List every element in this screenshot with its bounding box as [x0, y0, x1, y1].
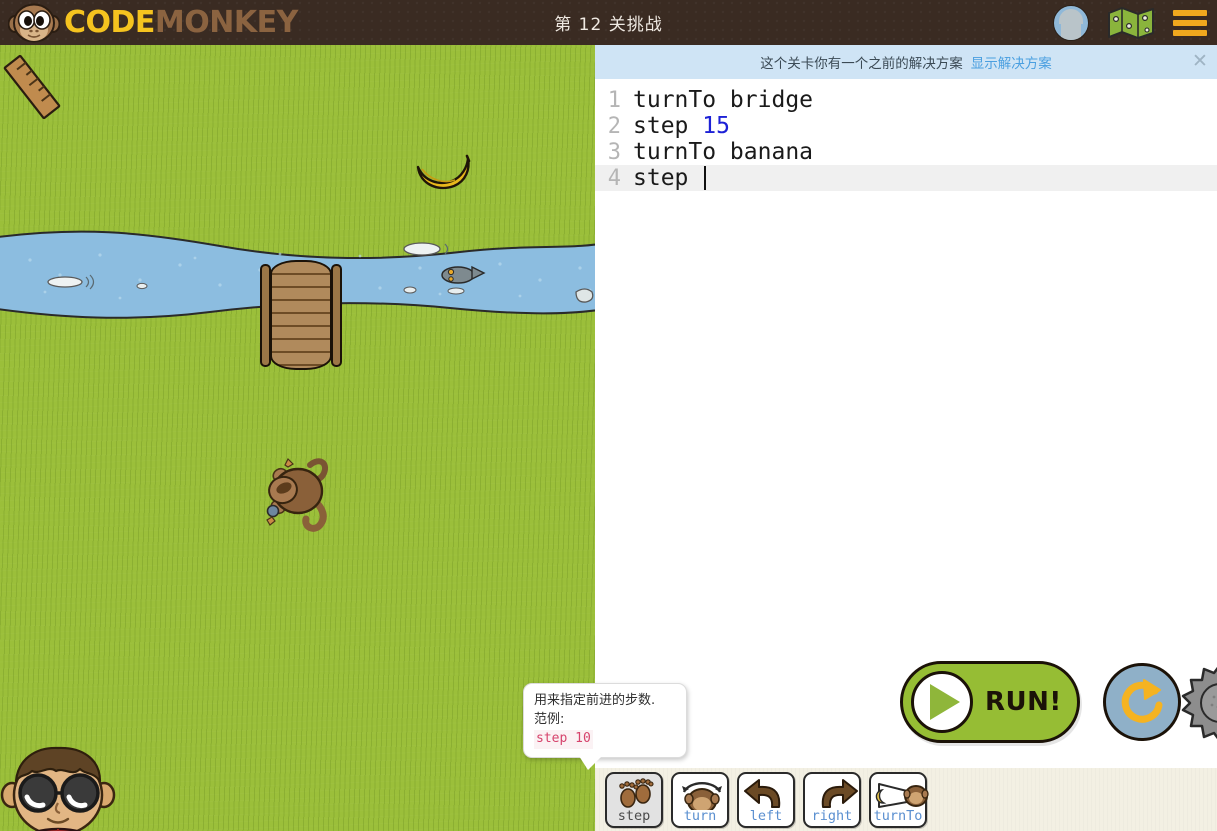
- telescope-icon: [871, 778, 929, 810]
- bridge-deck: [270, 260, 332, 370]
- logo-monkey-text: MONKEY: [154, 4, 298, 40]
- grass-background: [0, 45, 595, 831]
- line-number: 4: [607, 165, 621, 191]
- menu-button[interactable]: [1173, 9, 1207, 36]
- game-canvas[interactable]: [0, 45, 595, 831]
- bridge-rail-left: [260, 264, 271, 367]
- code-line-active[interactable]: 4 step: [595, 165, 1217, 191]
- line-number: 1: [607, 87, 621, 113]
- command-button-step[interactable]: step: [605, 771, 663, 828]
- tooltip-line-1: 用来指定前进的步数.: [534, 693, 656, 708]
- show-solution-link[interactable]: 显示解决方案: [971, 52, 1052, 72]
- app-header: CODEMONKEY 第 12 关挑战: [0, 0, 1217, 45]
- code-text: step 15: [633, 113, 730, 139]
- monkey-turn-icon: [673, 778, 727, 814]
- run-button-label: RUN!: [985, 687, 1062, 717]
- code-editor[interactable]: 1 turnTo bridge 2 step 15 3 turnTo banan…: [595, 79, 1217, 699]
- command-button-right[interactable]: right: [803, 771, 861, 828]
- command-button-turnto[interactable]: turnTo: [869, 771, 929, 828]
- tooltip-code-example: step 10: [534, 729, 593, 749]
- logo-code-text: CODE: [64, 4, 155, 40]
- play-triangle-icon: [930, 684, 960, 720]
- code-line[interactable]: 3 turnTo banana: [595, 139, 1217, 165]
- player-character: [0, 745, 126, 831]
- command-tooltip: 用来指定前进的步数. 范例: step 10: [523, 683, 687, 770]
- notification-bar: 这个关卡你有一个之前的解决方案 显示解决方案 ✕: [595, 45, 1217, 79]
- code-panel: 这个关卡你有一个之前的解决方案 显示解决方案 ✕ 1 turnTo bridge…: [595, 45, 1217, 831]
- arrow-left-curved-icon: [739, 778, 793, 810]
- code-text: step: [633, 165, 707, 191]
- command-label: turnTo: [873, 808, 923, 824]
- arrow-right-curved-icon: [805, 778, 859, 810]
- map-icon: [1108, 6, 1154, 39]
- avatar-button[interactable]: [1053, 4, 1089, 41]
- command-button-left[interactable]: left: [737, 771, 795, 828]
- hamburger-menu-icon: [1173, 9, 1207, 36]
- monkey-avatar[interactable]: [258, 445, 340, 533]
- command-toolbar: step turn left right turnTo: [595, 768, 1217, 831]
- line-number: 3: [607, 139, 621, 165]
- command-label: right: [811, 808, 853, 824]
- command-label: turn: [683, 808, 717, 824]
- code-text: turnTo bridge: [633, 87, 814, 113]
- code-text: turnTo banana: [633, 139, 814, 165]
- app-logo[interactable]: CODEMONKEY: [7, 0, 298, 45]
- command-label: step: [617, 808, 651, 824]
- text-caret: [704, 166, 707, 190]
- notification-message: 这个关卡你有一个之前的解决方案: [760, 56, 963, 72]
- close-icon[interactable]: ✕: [1189, 51, 1211, 73]
- command-label: left: [749, 808, 783, 824]
- reset-circular-arrow-icon: [1121, 679, 1163, 723]
- reset-button[interactable]: [1103, 663, 1181, 741]
- bridge-rail-right: [331, 264, 342, 367]
- page-title-text: 第 12 关挑战: [554, 15, 663, 35]
- command-button-turn[interactable]: turn: [671, 771, 729, 828]
- play-icon-circle: [911, 671, 973, 733]
- avatar-icon: [1053, 4, 1089, 41]
- banana-goal: [412, 153, 474, 195]
- tooltip-line-2: 范例:: [534, 711, 565, 727]
- footprints-icon: [607, 777, 661, 810]
- ruler-item: [2, 54, 62, 120]
- settings-gear-button[interactable]: [1180, 663, 1217, 743]
- run-button[interactable]: RUN!: [900, 661, 1080, 743]
- line-number: 2: [607, 113, 621, 139]
- logo-wordmark: CODEMONKEY: [64, 4, 298, 40]
- map-button[interactable]: [1107, 6, 1155, 40]
- monkey-face-icon: [7, 3, 61, 43]
- code-number-token: 15: [702, 113, 730, 139]
- code-line[interactable]: 1 turnTo bridge: [595, 87, 1217, 113]
- wooden-bridge: [260, 260, 342, 370]
- code-line[interactable]: 2 step 15: [595, 113, 1217, 139]
- header-icon-group: [1053, 0, 1207, 45]
- gear-icon: [1181, 666, 1217, 740]
- control-buttons: RUN!: [895, 653, 1217, 753]
